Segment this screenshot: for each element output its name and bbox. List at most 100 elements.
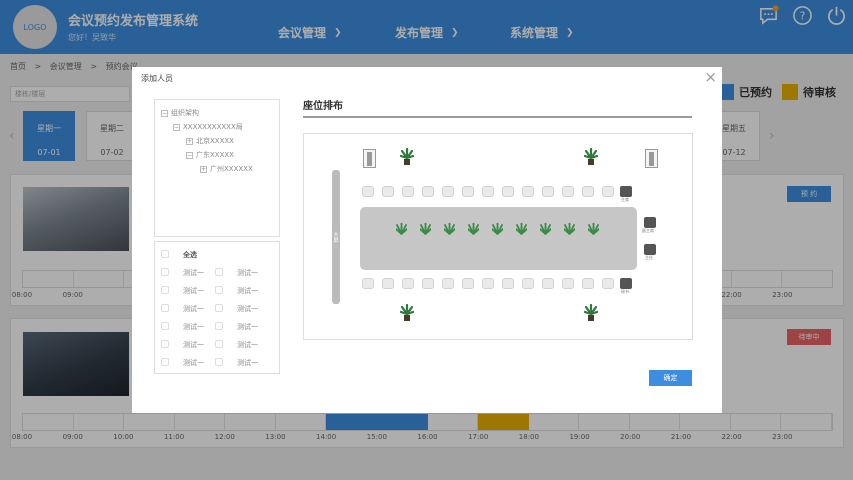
door-icon (363, 149, 376, 168)
seat[interactable] (362, 186, 374, 197)
plant-icon (420, 223, 431, 235)
person-checkbox[interactable] (161, 268, 169, 276)
plant-icon (444, 223, 455, 235)
person-name: 测试一 (183, 323, 204, 331)
person-checkbox[interactable] (215, 340, 223, 348)
person-name: 测试一 (237, 305, 258, 313)
people-list: 全选 测试一 测试一 测试一 测试一 测试一 测试一 测试一 测试一 测试一 测… (154, 241, 280, 374)
plant-icon (516, 223, 527, 235)
expand-icon[interactable]: + (186, 137, 193, 145)
person-checkbox[interactable] (161, 340, 169, 348)
seat[interactable] (462, 186, 474, 197)
seat[interactable] (382, 278, 394, 289)
door-icon (645, 149, 658, 168)
seat[interactable] (422, 186, 434, 197)
close-icon[interactable]: × (704, 68, 717, 86)
person-name: 测试一 (183, 359, 204, 367)
vip-label: 副主席 (642, 228, 654, 233)
person-checkbox[interactable] (161, 358, 169, 366)
add-person-dialog: 添加人员 × − 组织架构 − XXXXXXXXXXX局 + 北京XXXXX − 广东X… (132, 67, 722, 413)
person-checkbox[interactable] (161, 322, 169, 330)
person-checkbox[interactable] (215, 268, 223, 276)
seating-title: 座位排布 (303, 101, 343, 112)
tree-node-root[interactable]: − 组织架构 (161, 108, 199, 118)
tree-node-bureau[interactable]: − XXXXXXXXXXX局 (173, 122, 243, 132)
seat[interactable] (402, 186, 414, 197)
plant-icon (584, 148, 598, 165)
person-checkbox[interactable] (215, 286, 223, 294)
plant-icon (584, 304, 598, 321)
person-name: 测试一 (237, 341, 258, 349)
divider (303, 116, 692, 118)
person-name: 测试一 (237, 287, 258, 295)
tree-label: 组织架构 (171, 109, 199, 117)
screen-label: 大屏 (333, 232, 339, 244)
vip-seat[interactable] (620, 186, 632, 197)
seat[interactable] (602, 186, 614, 197)
collapse-icon[interactable]: − (173, 123, 180, 131)
seat[interactable] (602, 278, 614, 289)
seat[interactable] (442, 186, 454, 197)
person-checkbox[interactable] (161, 286, 169, 294)
tree-label: 北京XXXXX (196, 137, 234, 145)
seat[interactable] (502, 186, 514, 197)
person-name: 测试一 (183, 287, 204, 295)
seat[interactable] (522, 186, 534, 197)
seat[interactable] (562, 278, 574, 289)
tree-label: 广东XXXXX (196, 151, 234, 159)
person-name: 测试一 (183, 269, 204, 277)
person-checkbox[interactable] (215, 322, 223, 330)
person-name: 测试一 (237, 323, 258, 331)
person-checkbox[interactable] (215, 304, 223, 312)
seat[interactable] (462, 278, 474, 289)
conference-table (360, 207, 637, 270)
tree-node-guangzhou[interactable]: + 广州XXXXXX (200, 164, 253, 174)
org-tree: − 组织架构 − XXXXXXXXXXX局 + 北京XXXXX − 广东XXXXX + 广… (154, 99, 280, 237)
seat[interactable] (582, 186, 594, 197)
vip-label: 秘书 (621, 289, 629, 294)
select-all-label: 全选 (183, 251, 197, 259)
seat[interactable] (402, 278, 414, 289)
tree-label: 广州XXXXXX (210, 165, 253, 173)
plant-icon (396, 223, 407, 235)
seat[interactable] (502, 278, 514, 289)
seating-layout: 大屏 主席 副主席 主任 秘书 (303, 133, 693, 340)
tree-node-beijing[interactable]: + 北京XXXXX (186, 136, 234, 146)
seat[interactable] (482, 186, 494, 197)
person-checkbox[interactable] (161, 304, 169, 312)
vip-label: 主任 (645, 255, 653, 260)
dialog-title: 添加人员 (141, 74, 173, 83)
plant-icon (400, 148, 414, 165)
plant-icon (540, 223, 551, 235)
tree-node-guangdong[interactable]: − 广东XXXXX (186, 150, 234, 160)
expand-icon[interactable]: + (200, 165, 207, 173)
vip-seat[interactable] (644, 244, 656, 255)
confirm-button[interactable]: 确定 (649, 370, 692, 386)
seat[interactable] (442, 278, 454, 289)
collapse-icon[interactable]: − (161, 109, 168, 117)
tree-label: XXXXXXXXXXX局 (183, 123, 243, 131)
seat[interactable] (482, 278, 494, 289)
plant-icon (400, 304, 414, 321)
seat[interactable] (422, 278, 434, 289)
vip-label: 主席 (621, 197, 629, 202)
seat[interactable] (522, 278, 534, 289)
collapse-icon[interactable]: − (186, 151, 193, 159)
seat[interactable] (362, 278, 374, 289)
seat[interactable] (582, 278, 594, 289)
seat[interactable] (542, 278, 554, 289)
vip-seat[interactable] (620, 278, 632, 289)
person-name: 测试一 (183, 341, 204, 349)
plant-icon (492, 223, 503, 235)
seat[interactable] (382, 186, 394, 197)
plant-icon (468, 223, 479, 235)
person-checkbox[interactable] (215, 358, 223, 366)
select-all-checkbox[interactable] (161, 250, 169, 258)
seat[interactable] (542, 186, 554, 197)
plant-icon (564, 223, 575, 235)
person-name: 测试一 (183, 305, 204, 313)
vip-seat[interactable] (644, 217, 656, 228)
person-name: 测试一 (237, 359, 258, 367)
seat[interactable] (562, 186, 574, 197)
plant-icon (588, 223, 599, 235)
